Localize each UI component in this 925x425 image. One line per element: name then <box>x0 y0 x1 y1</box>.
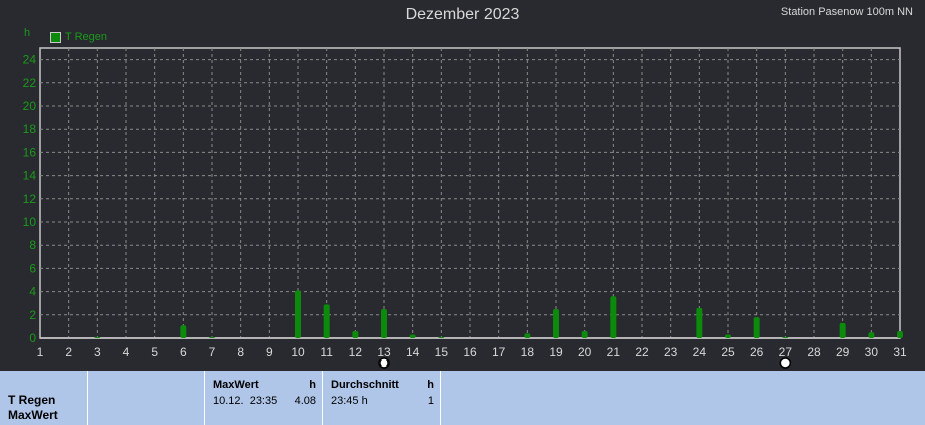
bar-day-27 <box>782 336 789 338</box>
x-tick-label: 8 <box>237 345 244 359</box>
x-tick-label: 13 <box>377 345 391 359</box>
y-tick-label: 24 <box>23 53 37 67</box>
x-tick-label: 1 <box>37 345 44 359</box>
bar-day-10 <box>295 290 301 338</box>
bar-day-20 <box>581 331 588 338</box>
max-header: MaxWert <box>213 379 259 391</box>
series-stat: MaxWert <box>8 408 58 422</box>
bar-day-26 <box>753 317 760 338</box>
x-tick-label: 23 <box>664 345 678 359</box>
y-tick-label: 10 <box>23 215 37 229</box>
y-tick-label: 16 <box>23 145 37 159</box>
avg-value: 1 <box>427 395 434 407</box>
x-tick-label: 16 <box>463 345 477 359</box>
x-tick-label: 20 <box>578 345 592 359</box>
station-label: Station Pasenow 100m NN <box>780 6 913 18</box>
x-tick-label: 29 <box>836 345 850 359</box>
max-time: 10.12. 23:35 <box>213 395 278 407</box>
x-tick-label: 14 <box>406 345 420 359</box>
y-tick-label: 12 <box>23 192 37 206</box>
rain-chart: 0246810121416182022241 2 3 4 5 6 7 8 9 10 11 12 13 14… <box>23 47 907 369</box>
x-tick-label: 26 <box>750 345 764 359</box>
x-tick-label: 24 <box>693 345 707 359</box>
x-tick-label: 11 <box>320 345 333 359</box>
x-tick-label: 27 <box>779 345 793 359</box>
chart-area: 0 2 4 6 8 10 12 14 16 18 20 22 24 1 2 3 4 5 6 7 8 9 10 11 12 13 14… <box>0 0 925 370</box>
x-tick-label: 30 <box>865 345 879 359</box>
bar-day-24 <box>696 307 703 338</box>
x-tick-label: 17 <box>492 345 506 359</box>
y-tick-label: 20 <box>23 99 37 113</box>
x-tick-label: 5 <box>151 345 158 359</box>
x-tick-label: 2 <box>65 345 72 359</box>
bar-day-29 <box>839 322 846 338</box>
bar-day-14 <box>409 334 416 338</box>
y-tick-label: 18 <box>23 122 37 136</box>
x-tick-label: 7 <box>209 345 216 359</box>
empty-panel-area <box>441 371 925 425</box>
y-tick-label: 4 <box>29 285 36 299</box>
y-tick-label: 8 <box>29 238 36 252</box>
x-tick-label: 6 <box>180 345 187 359</box>
x-tick-label: 10 <box>291 345 305 359</box>
y-tick-label: 22 <box>23 76 37 90</box>
chart-legend: T Regen <box>50 31 107 43</box>
x-tick-label: 31 <box>893 345 907 359</box>
bar-day-18 <box>524 333 531 338</box>
max-value: 4.08 <box>294 395 316 407</box>
bar-day-11 <box>323 304 330 338</box>
x-tick-label: 15 <box>435 345 449 359</box>
bar-day-3 <box>94 336 101 338</box>
x-tick-label: 19 <box>549 345 563 359</box>
x-tick-label: 28 <box>807 345 821 359</box>
x-tick-label: 9 <box>266 345 273 359</box>
bar-day-30 <box>868 332 875 338</box>
x-tick-label: 25 <box>721 345 735 359</box>
empty-cell <box>88 371 205 425</box>
bar-day-15 <box>438 336 445 338</box>
avg-header: Durchschnitt <box>331 379 399 391</box>
series-cell: T Regen MaxWert <box>0 371 88 425</box>
bar-day-21 <box>610 296 617 338</box>
bar-day-7 <box>209 336 215 338</box>
y-tick-label: 14 <box>23 169 37 183</box>
x-tick-label: 18 <box>521 345 535 359</box>
bar-day-13 <box>381 309 387 338</box>
bar-day-6 <box>180 325 187 338</box>
x-tick-label: 3 <box>94 345 101 359</box>
y-axis-unit-label: h <box>24 27 31 39</box>
new-moon-icon <box>779 357 792 369</box>
bar-day-12 <box>352 331 359 338</box>
avg-unit: h <box>427 379 434 391</box>
legend-swatch <box>50 31 61 43</box>
y-tick-label: 2 <box>29 308 36 322</box>
info-panel: T Regen MaxWert MaxWert h 10.12. 23:35 4… <box>0 371 925 425</box>
series-name: T Regen <box>8 393 56 407</box>
max-cell: MaxWert h 10.12. 23:35 4.08 <box>205 371 323 425</box>
bar-day-19 <box>553 309 559 338</box>
max-unit: h <box>309 379 316 391</box>
bar-day-25 <box>725 334 731 338</box>
x-tick-label: 12 <box>349 345 363 359</box>
legend-label: T Regen <box>65 31 107 43</box>
x-tick-label: 22 <box>635 345 649 359</box>
avg-cell: Durchschnitt h 23:45 h 1 <box>323 371 441 425</box>
y-tick-label: 0 <box>29 331 36 345</box>
x-tick-label: 4 <box>123 345 130 359</box>
x-tick-label: 21 <box>607 345 621 359</box>
y-tick-label: 6 <box>29 261 36 275</box>
avg-time: 23:45 h <box>331 395 368 407</box>
bar-day-31 <box>897 331 903 338</box>
